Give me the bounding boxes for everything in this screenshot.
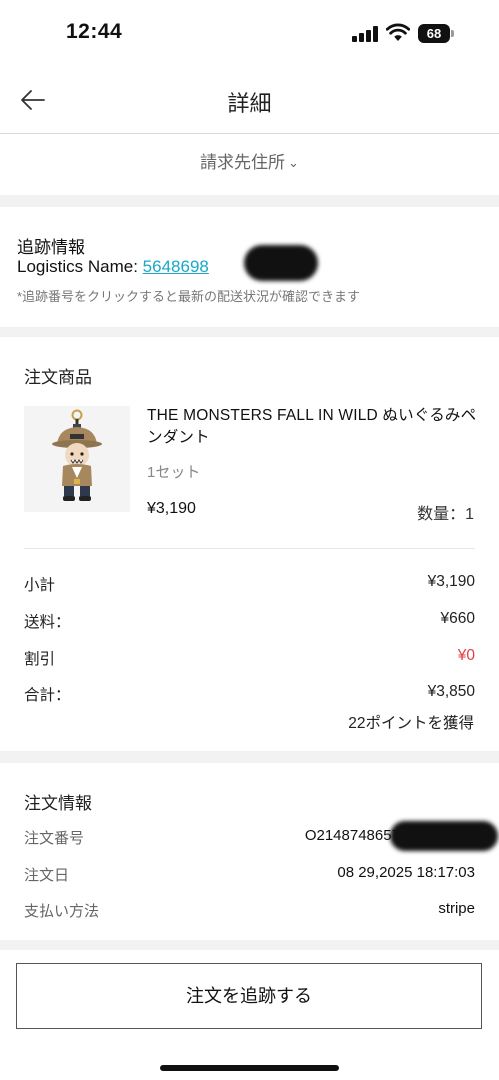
tracking-note: *追跡番号をクリックすると最新の配送状況が確認できます	[17, 289, 361, 304]
shipping-row: 送料： ¥660	[24, 610, 475, 632]
order-info-title: 注文情報	[24, 794, 92, 813]
nav-bar: 詳細	[0, 68, 499, 134]
discount-value: ¥0	[457, 647, 475, 664]
status-bar: 12:44 68	[0, 0, 499, 68]
subtotal-label: 小計	[24, 577, 56, 594]
total-label: 合計：	[24, 687, 71, 704]
redaction-mark	[244, 245, 318, 281]
order-info-section: 注文情報 注文番号 O2148748657587308498 注文日 08 29…	[0, 763, 499, 940]
cellular-signal-icon	[352, 26, 378, 42]
product-set: 1セット	[147, 464, 201, 481]
page-title: 詳細	[227, 91, 272, 116]
payment-method-value: stripe	[438, 900, 475, 917]
order-number-label: 注文番号	[24, 830, 85, 847]
battery-icon: 68	[418, 24, 454, 43]
product-name[interactable]: THE MONSTERS FALL IN WILD ぬいぐるみペンダント	[147, 405, 477, 449]
divider	[24, 548, 475, 549]
points-earned: 22ポイントを獲得	[348, 715, 474, 732]
redaction-mark	[390, 821, 498, 851]
shipping-label: 送料：	[24, 614, 71, 631]
subtotal-row: 小計 ¥3,190	[24, 573, 475, 595]
tracking-number-link[interactable]: 5648698	[143, 257, 209, 276]
logistics-row: Logistics Name: 5648698	[17, 257, 209, 277]
wifi-icon	[386, 23, 410, 41]
chevron-down-icon: ⌄	[288, 155, 299, 170]
section-separator	[0, 327, 499, 337]
section-separator	[0, 940, 499, 950]
discount-label: 割引	[24, 651, 56, 668]
total-value: ¥3,850	[427, 683, 475, 700]
shipping-value: ¥660	[440, 610, 475, 627]
billing-address-label: 請求先住所	[200, 153, 286, 172]
status-time: 12:44	[66, 20, 123, 43]
order-date-value: 08 29,2025 18:17:03	[337, 864, 475, 881]
product-image[interactable]	[24, 406, 130, 512]
billing-address-toggle[interactable]: 請求先住所 ⌄	[0, 135, 499, 193]
section-separator	[0, 195, 499, 207]
order-detail-screen: 12:44 68 詳細 請求先住所 ⌄ 追跡情報 Logistics Name:…	[0, 0, 499, 1080]
tracking-title: 追跡情報	[17, 238, 85, 257]
payment-method-row: 支払い方法 stripe	[24, 900, 475, 922]
payment-method-label: 支払い方法	[24, 903, 100, 920]
tracking-section: 追跡情報 Logistics Name: 5648698 *追跡番号をクリックす…	[0, 207, 499, 327]
product-price: ¥3,190	[147, 500, 196, 517]
section-separator	[0, 751, 499, 763]
discount-row: 割引 ¥0	[24, 647, 475, 669]
total-row: 合計： ¥3,850	[24, 683, 475, 705]
subtotal-value: ¥3,190	[427, 573, 475, 590]
home-indicator	[160, 1065, 339, 1071]
logistics-label: Logistics Name:	[17, 257, 143, 276]
order-date-label: 注文日	[24, 867, 70, 884]
ordered-products-section: 注文商品 THE MONSTERS FALL IN WILD ぬいぐるみペンダン…	[0, 337, 499, 751]
track-order-button[interactable]: 注文を追跡する	[16, 963, 482, 1029]
battery-level: 68	[418, 24, 450, 43]
product-quantity: 数量：1	[417, 506, 474, 523]
order-date-row: 注文日 08 29,2025 18:17:03	[24, 864, 475, 886]
products-title: 注文商品	[24, 368, 92, 387]
